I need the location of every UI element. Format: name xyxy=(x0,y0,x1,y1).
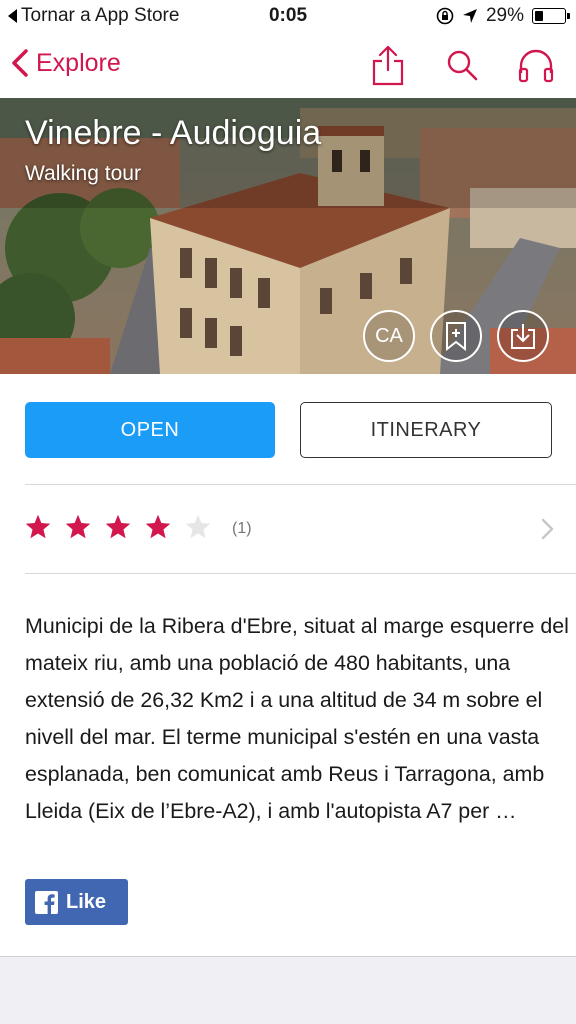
star-filled-icon xyxy=(105,514,131,539)
itinerary-button[interactable]: ITINERARY xyxy=(300,402,552,458)
battery-percent: 29% xyxy=(485,5,524,26)
divider xyxy=(25,484,576,485)
bookmark-add-icon xyxy=(446,322,466,351)
battery-fill xyxy=(535,11,544,21)
content-panel: OPEN ITINERARY (1) Municipi de la Ribera… xyxy=(0,374,576,956)
download-icon xyxy=(511,324,535,349)
like-label: Like xyxy=(66,890,107,913)
description-text: Municipi de la Ribera d'Ebre, situat al … xyxy=(25,614,569,823)
chevron-right-icon xyxy=(541,518,554,540)
language-label: CA xyxy=(375,324,403,347)
rating-row[interactable]: (1) xyxy=(0,486,576,574)
location-arrow-icon xyxy=(462,9,477,23)
star-filled-icon xyxy=(25,514,51,539)
chevron-left-icon xyxy=(12,49,28,77)
star-rating xyxy=(24,513,212,541)
status-right: 29% xyxy=(436,5,570,27)
guide-subtitle: Walking tour xyxy=(25,162,141,185)
hero-image: Vinebre - Audioguia Walking tour CA xyxy=(0,98,576,374)
battery-icon xyxy=(532,8,570,24)
language-button[interactable]: CA xyxy=(363,310,415,362)
open-button[interactable]: OPEN xyxy=(25,402,275,458)
explore-label: Explore xyxy=(36,48,121,77)
facebook-like-button[interactable]: Like xyxy=(25,879,128,925)
divider xyxy=(25,573,576,574)
explore-back-button[interactable]: Explore xyxy=(10,48,121,78)
nav-bar: Explore xyxy=(0,34,576,98)
guide-title: Vinebre - Audioguia xyxy=(25,114,322,152)
star-empty-icon xyxy=(185,514,211,539)
bottom-divider xyxy=(0,956,576,957)
audio-button[interactable] xyxy=(516,44,556,86)
bookmark-button[interactable] xyxy=(430,310,482,362)
rating-count: (1) xyxy=(232,520,252,537)
download-button[interactable] xyxy=(497,310,549,362)
star-filled-icon xyxy=(65,514,91,539)
headphones-icon xyxy=(518,49,554,83)
status-bar: Tornar a App Store 0:05 29% xyxy=(0,0,576,34)
share-button[interactable] xyxy=(368,44,408,86)
search-icon xyxy=(447,50,478,81)
share-icon xyxy=(372,45,404,86)
search-button[interactable] xyxy=(442,44,482,86)
orientation-lock-icon xyxy=(436,7,454,25)
facebook-icon xyxy=(35,890,58,914)
star-filled-icon xyxy=(145,514,171,539)
